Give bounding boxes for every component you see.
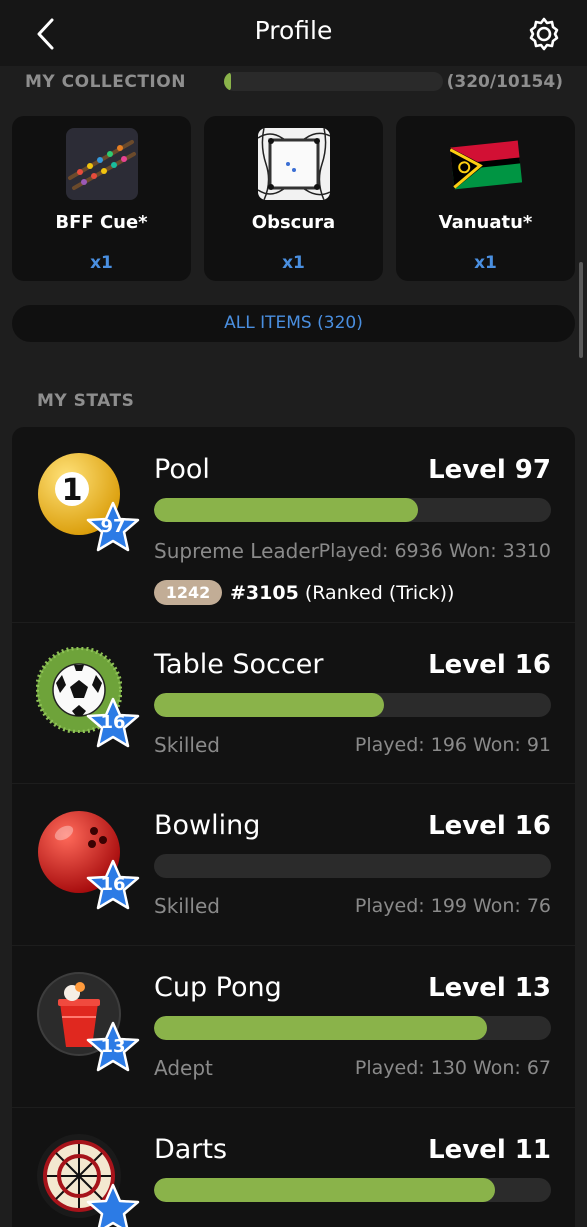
level-star-badge: 16 [86,697,140,749]
rank-title: Supreme Leader [154,539,319,563]
played-won: Played: 196 Won: 91 [354,734,551,756]
top-bar: Profile [0,0,587,66]
item-qty: x1 [90,253,113,273]
game-level: Level 97 [428,455,551,485]
played-won: Played: 199 Won: 76 [354,895,551,917]
svg-text:1: 1 [62,473,83,508]
item-qty: x1 [282,253,305,273]
level-star-number: 16 [100,712,126,733]
level-star-number: 13 [100,1036,126,1057]
game-level: Level 16 [428,811,551,841]
rank-title: Skilled [154,733,220,757]
item-card[interactable]: Obscura x1 [204,116,383,281]
level-progress-fill [154,1178,496,1202]
level-star-number: 16 [100,874,126,895]
played-won: Played: 130 Won: 67 [354,1057,551,1079]
game-level: Level 13 [428,973,551,1003]
rating-badge: 1242 [154,580,222,605]
page-title: Profile [254,16,333,45]
collection-progress [224,72,443,91]
level-progress-fill [154,693,385,717]
rank-position: #3105 [230,582,299,604]
item-name: Vanuatu* [438,212,533,233]
scrollbar[interactable] [579,262,583,358]
played-won: Played: 6936 Won: 3310 [318,540,551,562]
stat-row-cup-pong[interactable]: 13 Cup Pong Level 13 Adept Played: 130 W… [12,945,575,1108]
level-star-badge: 13 [86,1021,140,1073]
item-qty: x1 [474,253,497,273]
level-progress-fill [154,1016,488,1040]
cue-icon [66,128,138,200]
stat-row-pool[interactable]: 1 97 Pool Level 97 Supreme Leader Played… [12,427,575,623]
game-name: Cup Pong [154,972,282,1003]
stats-title: MY STATS [37,391,135,411]
stat-row-darts[interactable]: Darts Level 11 [12,1107,575,1227]
item-card[interactable]: Vanuatu* x1 [396,116,575,281]
stat-row-table-soccer[interactable]: 16 Table Soccer Level 16 Skilled Played:… [12,622,575,784]
game-name: Bowling [154,810,261,841]
rank-title: Skilled [154,894,220,918]
game-name: Table Soccer [154,649,324,680]
level-progress [154,498,551,522]
stat-row-bowling[interactable]: 16 Bowling Level 16 Skilled Played: 199 … [12,783,575,946]
item-card[interactable]: BFF Cue* x1 [12,116,191,281]
level-star-badge: 97 [86,501,140,553]
item-name: Obscura [251,212,336,233]
level-progress-fill [154,498,418,522]
ranking-text: #3105 (Ranked (Trick)) [230,582,454,604]
collection-items: BFF Cue* x1 Obscura x1 Vanuatu* x1 [12,116,575,281]
game-name: Pool [154,454,210,485]
game-level: Level 11 [428,1135,551,1165]
vanuatu-flag-icon [450,128,522,200]
gear-icon [529,17,559,51]
game-level: Level 16 [428,650,551,680]
all-items-button[interactable]: ALL ITEMS (320) [12,305,575,342]
item-name: BFF Cue* [55,212,148,233]
rank-title: Adept [154,1056,213,1080]
level-progress [154,1178,551,1202]
level-progress [154,854,551,878]
level-progress [154,693,551,717]
level-progress [154,1016,551,1040]
rank-mode: (Ranked (Trick)) [298,582,455,604]
game-name: Darts [154,1134,228,1165]
table-icon [258,128,330,200]
level-star-badge: 16 [86,859,140,911]
level-star-number: 97 [100,516,126,537]
level-star-badge [86,1183,140,1227]
collection-count: (320/10154) [446,72,563,92]
collection-title: MY COLLECTION [25,72,186,92]
stats-list: 1 97 Pool Level 97 Supreme Leader Played… [12,427,575,1227]
settings-button[interactable] [524,14,564,54]
